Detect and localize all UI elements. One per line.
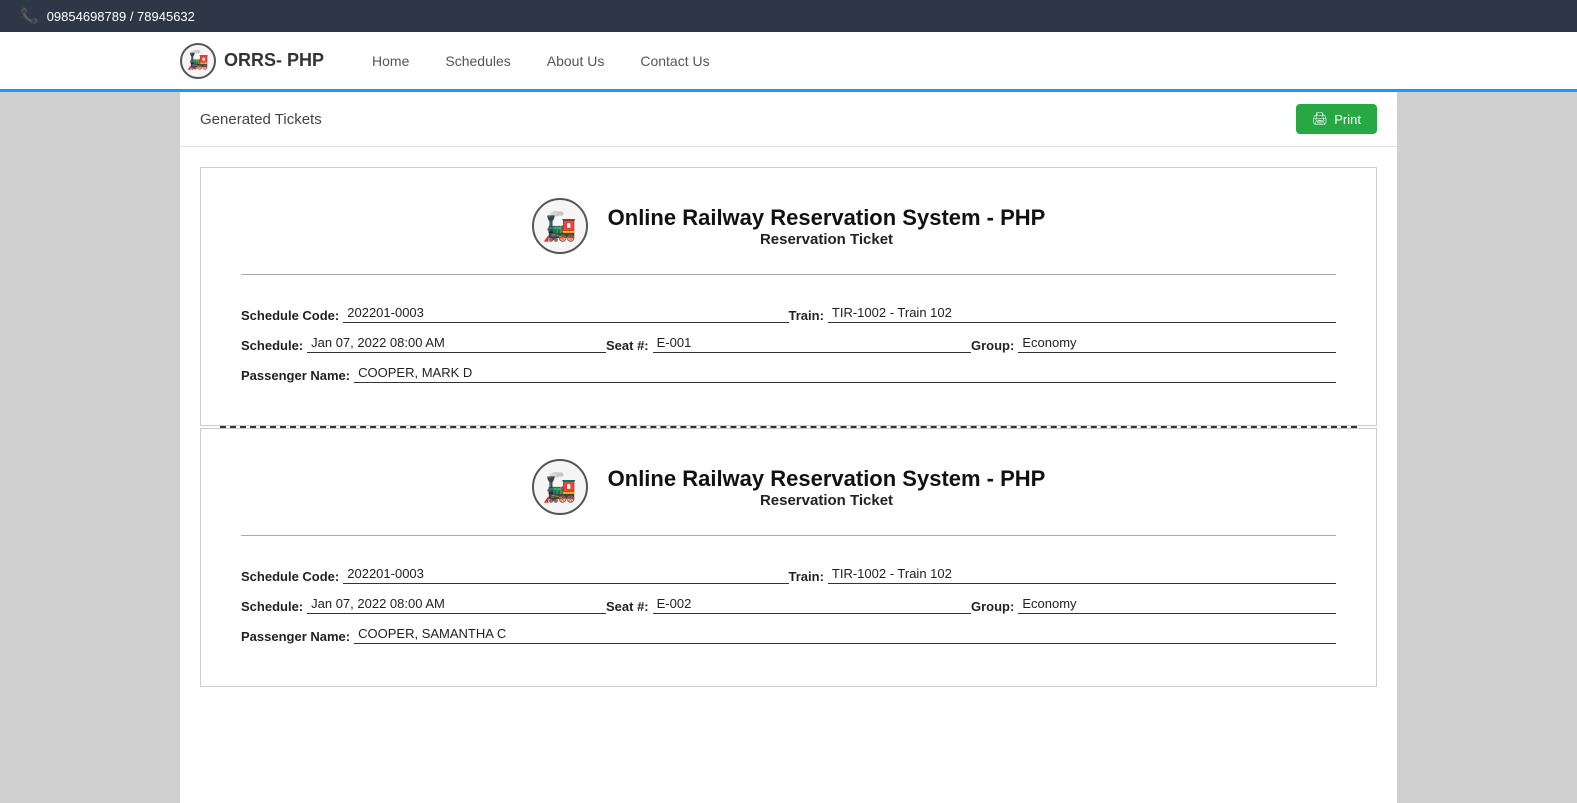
ticket-1-schedule-code-field: Schedule Code: 202201-0003 (241, 305, 789, 323)
ticket-2-row-3: Passenger Name: COOPER, SAMANTHA C (241, 626, 1336, 644)
printer-icon (1312, 111, 1329, 127)
ticket-1-seat-label: Seat #: (606, 338, 649, 353)
ticket-2-schedule-code-value: 202201-0003 (343, 566, 788, 584)
ticket-1-train-field: Train: TIR-1002 - Train 102 (789, 305, 1337, 323)
nav-about[interactable]: About Us (529, 31, 623, 91)
ticket-2-seat-value: E-002 (653, 596, 971, 614)
ticket-1-logo: 🚂 (532, 198, 588, 254)
ticket-1-group-label: Group: (971, 338, 1014, 353)
nav-home[interactable]: Home (354, 31, 427, 91)
ticket-2-passenger-value: COOPER, SAMANTHA C (354, 626, 1336, 644)
print-button[interactable]: Print (1296, 104, 1377, 134)
main-content: Generated Tickets Print 🚂 Online Railway… (180, 92, 1397, 803)
tickets-wrapper: 🚂 Online Railway Reservation System - PH… (180, 147, 1397, 707)
ticket-1-schedule-value: Jan 07, 2022 08:00 AM (307, 335, 606, 353)
ticket-2-seat-field: Seat #: E-002 (606, 596, 971, 614)
ticket-1-type: Reservation Ticket (608, 231, 1046, 248)
ticket-1-title-block: Online Railway Reservation System - PHP … (608, 205, 1046, 248)
ticket-2-type: Reservation Ticket (608, 492, 1046, 509)
ticket-2-row-1: Schedule Code: 202201-0003 Train: TIR-10… (241, 566, 1336, 584)
ticket-2-passenger-label: Passenger Name: (241, 629, 350, 644)
ticket-2-system-name: Online Railway Reservation System - PHP (608, 466, 1046, 492)
ticket-1: 🚂 Online Railway Reservation System - PH… (200, 167, 1377, 426)
ticket-2-logo: 🚂 (532, 459, 588, 515)
navbar: 🚂 ORRS- PHP Home Schedules About Us Cont… (0, 32, 1577, 92)
ticket-1-row-2: Schedule: Jan 07, 2022 08:00 AM Seat #: … (241, 335, 1336, 353)
ticket-1-row-1: Schedule Code: 202201-0003 Train: TIR-10… (241, 305, 1336, 323)
ticket-2-schedule-label: Schedule: (241, 599, 303, 614)
ticket-1-train-value: TIR-1002 - Train 102 (828, 305, 1336, 323)
ticket-1-train-label: Train: (789, 308, 824, 323)
ticket-1-system-name: Online Railway Reservation System - PHP (608, 205, 1046, 231)
page-title: Generated Tickets (200, 111, 322, 128)
brand-name: ORRS- PHP (224, 50, 324, 71)
print-label: Print (1334, 112, 1361, 127)
ticket-1-passenger-value: COOPER, MARK D (354, 365, 1336, 383)
ticket-1-schedule-field: Schedule: Jan 07, 2022 08:00 AM (241, 335, 606, 353)
ticket-1-schedule-code-value: 202201-0003 (343, 305, 788, 323)
ticket-2-fields: Schedule Code: 202201-0003 Train: TIR-10… (241, 566, 1336, 644)
ticket-2-group-field: Group: Economy (971, 596, 1336, 614)
ticket-1-group-field: Group: Economy (971, 335, 1336, 353)
ticket-2-header: 🚂 Online Railway Reservation System - PH… (241, 459, 1336, 536)
ticket-2-title-block: Online Railway Reservation System - PHP … (608, 466, 1046, 509)
ticket-2-seat-label: Seat #: (606, 599, 649, 614)
ticket-2-passenger-field: Passenger Name: COOPER, SAMANTHA C (241, 626, 1336, 644)
ticket-1-header: 🚂 Online Railway Reservation System - PH… (241, 198, 1336, 275)
ticket-1-row-3: Passenger Name: COOPER, MARK D (241, 365, 1336, 383)
ticket-2-train-value: TIR-1002 - Train 102 (828, 566, 1336, 584)
phone-icon: 📞 (20, 7, 39, 25)
ticket-1-group-value: Economy (1018, 335, 1336, 353)
ticket-2-schedule-code-label: Schedule Code: (241, 569, 339, 584)
ticket-2-schedule-code-field: Schedule Code: 202201-0003 (241, 566, 789, 584)
ticket-2-group-value: Economy (1018, 596, 1336, 614)
ticket-1-seat-field: Seat #: E-001 (606, 335, 971, 353)
phone-number: 09854698789 / 78945632 (47, 9, 195, 24)
ticket-1-passenger-label: Passenger Name: (241, 368, 350, 383)
ticket-2-schedule-field: Schedule: Jan 07, 2022 08:00 AM (241, 596, 606, 614)
ticket-2-row-2: Schedule: Jan 07, 2022 08:00 AM Seat #: … (241, 596, 1336, 614)
ticket-1-schedule-code-label: Schedule Code: (241, 308, 339, 323)
ticket-1-fields: Schedule Code: 202201-0003 Train: TIR-10… (241, 305, 1336, 383)
ticket-2-schedule-value: Jan 07, 2022 08:00 AM (307, 596, 606, 614)
brand-logo: 🚂 (180, 43, 216, 79)
nav-links: Home Schedules About Us Contact Us (354, 31, 728, 91)
ticket-1-passenger-field: Passenger Name: COOPER, MARK D (241, 365, 1336, 383)
ticket-2-train-field: Train: TIR-1002 - Train 102 (789, 566, 1337, 584)
brand-link[interactable]: 🚂 ORRS- PHP (180, 43, 324, 79)
ticket-2: 🚂 Online Railway Reservation System - PH… (200, 428, 1377, 687)
tickets-header: Generated Tickets Print (180, 92, 1397, 147)
ticket-2-train-label: Train: (789, 569, 824, 584)
nav-contact[interactable]: Contact Us (622, 31, 727, 91)
ticket-1-schedule-label: Schedule: (241, 338, 303, 353)
nav-schedules[interactable]: Schedules (427, 31, 528, 91)
ticket-1-seat-value: E-001 (653, 335, 971, 353)
top-bar: 📞 09854698789 / 78945632 (0, 0, 1577, 32)
ticket-2-group-label: Group: (971, 599, 1014, 614)
